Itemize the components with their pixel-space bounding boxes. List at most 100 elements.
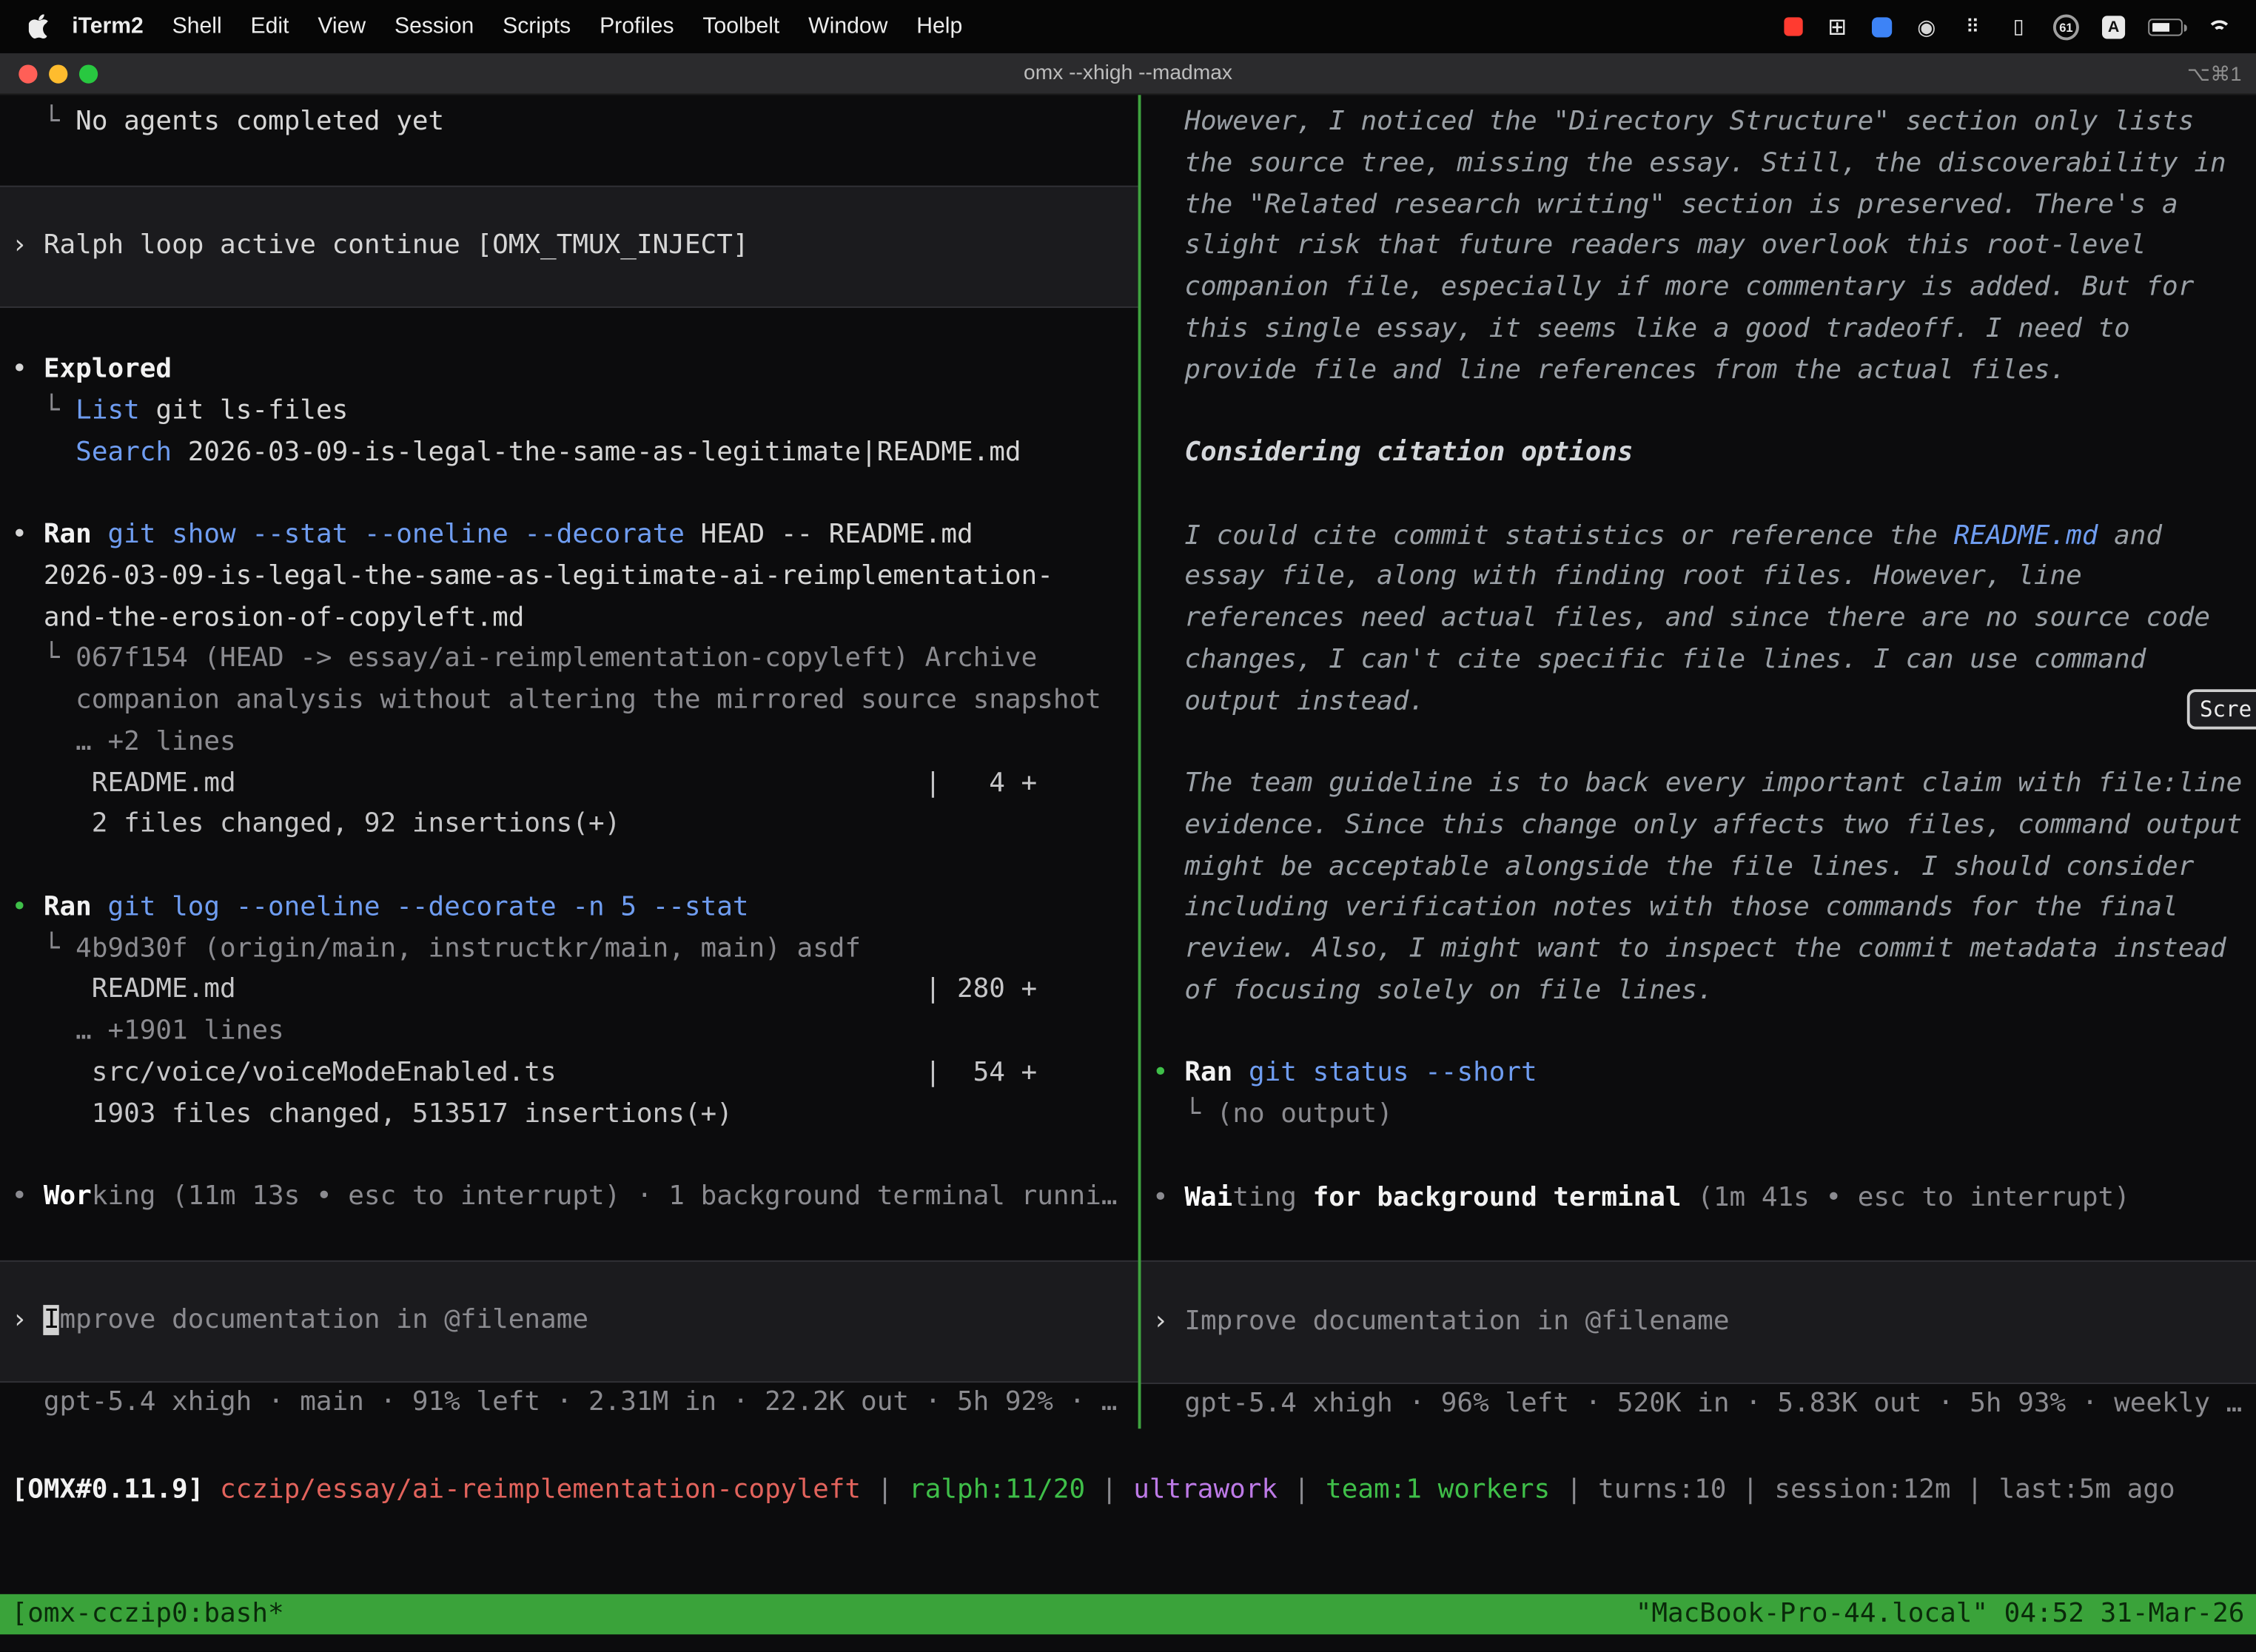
- terminal-line: essay file, along with finding root file…: [1141, 557, 2256, 599]
- terminal-line: provide file and line references from th…: [1141, 350, 2256, 392]
- terminal-line: [1141, 722, 2256, 764]
- text-segment: ting: [1232, 1182, 1297, 1212]
- text-segment: Explored: [44, 354, 172, 384]
- terminal-line: the source tree, missing the essay. Stil…: [1141, 144, 2256, 185]
- shottr-icon[interactable]: ◉: [1915, 14, 1938, 38]
- keyboard-input-icon[interactable]: A: [2102, 15, 2125, 38]
- text-segment: 4b9d30f (origin/main, instructkr/main, m…: [75, 933, 861, 964]
- terminal-line: › Ralph loop active continue [OMX_TMUX_I…: [0, 226, 1138, 267]
- terminal-line: [1141, 1013, 2256, 1054]
- terminal-line: evidence. Since this change only affects…: [1141, 805, 2256, 847]
- text-segment: List: [75, 395, 140, 426]
- text-segment: However, I noticed the "Directory Struct…: [1152, 107, 2194, 137]
- terminal-line: • Explored: [0, 349, 1138, 391]
- text-segment: review. Also, I might want to inspect th…: [1152, 934, 2226, 964]
- text-segment: The team guideline is to back every impo…: [1152, 768, 2242, 799]
- text-segment: for background terminal: [1313, 1182, 1682, 1212]
- text-segment: (no output): [1217, 1099, 1393, 1129]
- menu-item-profiles[interactable]: Profiles: [585, 13, 688, 39]
- terminal-line: output instead.: [1141, 681, 2256, 722]
- pane-left[interactable]: └ No agents completed yet › Ralph loop a…: [0, 95, 1138, 1424]
- text-segment: README.md: [1954, 520, 2098, 551]
- menu-item-session[interactable]: Session: [380, 13, 489, 39]
- terminal-line: [0, 846, 1138, 887]
- text-segment: ›: [1152, 1306, 1184, 1336]
- text-segment: companion analysis without altering the …: [12, 685, 1101, 715]
- terminal-line: gpt-5.4 xhigh · main · 91% left · 2.31M …: [0, 1383, 1138, 1425]
- wifi-icon[interactable]: [2206, 16, 2233, 37]
- zoom-window-button[interactable]: [79, 64, 98, 83]
- text-segment: Wor: [44, 1181, 92, 1212]
- model-status-left: gpt-5.4 xhigh · main · 91% left · 2.31M …: [0, 1383, 1138, 1425]
- text-segment: Considering citation options: [1152, 437, 1634, 468]
- screen-recording-icon[interactable]: [1784, 17, 1802, 36]
- terminal-line: … +1901 lines: [0, 1012, 1138, 1053]
- text-segment: HEAD -- README.md: [685, 520, 973, 550]
- minimize-window-button[interactable]: [49, 64, 67, 83]
- apple-menu[interactable]: [29, 14, 49, 38]
- text-segment: the "Related research writing" section i…: [1152, 189, 2178, 220]
- menu-item-view[interactable]: View: [303, 13, 380, 39]
- text-segment: 1903 files changed, 513517 insertions(+): [12, 1098, 733, 1129]
- text-segment: •: [12, 892, 44, 922]
- text-segment: references need actual files, and since …: [1152, 602, 2210, 633]
- text-segment: king: [92, 1181, 156, 1212]
- terminal-line: gpt-5.4 xhigh · 96% left · 520K in · 5.8…: [1141, 1384, 2256, 1426]
- menu-item-iterm2[interactable]: iTerm2: [58, 13, 158, 39]
- app-grid-icon[interactable]: ⠿: [1961, 14, 1984, 38]
- text-segment: [92, 892, 108, 922]
- menu-item-scripts[interactable]: Scripts: [489, 13, 585, 39]
- menu-item-toolbelt[interactable]: Toolbelt: [688, 13, 794, 39]
- battery-percentage-icon[interactable]: 61: [2053, 13, 2079, 39]
- tmux-status-bar: [omx-cczip0:bash* "MacBook-Pro-44.local"…: [0, 1594, 2256, 1634]
- menu-items: iTerm2ShellEditViewSessionScriptsProfile…: [58, 13, 977, 39]
- menu-item-help[interactable]: Help: [902, 13, 977, 39]
- terminal-line: 2026-03-09-is-legal-the-same-as-legitima…: [0, 557, 1138, 598]
- omx-status-line: [OMX#0.11.9] cczip/essay/ai-reimplementa…: [0, 1471, 2256, 1512]
- window-manager-icon[interactable]: ⊞: [1826, 14, 1849, 38]
- prompt-input-left[interactable]: › Improve documentation in @filename: [0, 1260, 1138, 1383]
- text-segment: 067f154 (HEAD -> essay/ai-reimplementati…: [75, 643, 1037, 674]
- battery-icon[interactable]: [2148, 18, 2183, 35]
- window-title-bar[interactable]: omx --xhigh --madmax ⌥⌘1: [0, 53, 2256, 95]
- prompt-input-right[interactable]: › Improve documentation in @filename: [1141, 1260, 2256, 1384]
- close-window-button[interactable]: [19, 64, 37, 83]
- terminal-line: changes, I can't cite specific file line…: [1141, 640, 2256, 682]
- text-segment: and-the-erosion-of-copyleft.md: [12, 602, 525, 633]
- screen: iTerm2ShellEditViewSessionScriptsProfile…: [0, 0, 2256, 1652]
- text-segment: README.md | 280 +: [12, 974, 1038, 1004]
- terminal-line: 1903 files changed, 513517 insertions(+): [0, 1094, 1138, 1135]
- text-segment: •: [12, 354, 44, 384]
- pane-right[interactable]: However, I noticed the "Directory Struct…: [1141, 95, 2256, 1425]
- text-segment: … +2 lines: [12, 726, 236, 756]
- text-segment: └: [12, 395, 76, 426]
- menu-item-edit[interactable]: Edit: [236, 13, 303, 39]
- text-segment: |: [1951, 1474, 1999, 1505]
- terminal-line: [0, 1218, 1138, 1260]
- terminal-line: • Waiting for background terminal (1m 41…: [1141, 1178, 2256, 1219]
- text-segment: (11m 13s • esc to interrupt) · 1 backgro…: [155, 1181, 1117, 1212]
- text-segment: team:1 workers: [1326, 1474, 1550, 1505]
- terminal-line: • Ran git show --stat --oneline --decora…: [0, 515, 1138, 557]
- screen-notification[interactable]: Scre: [2186, 689, 2256, 729]
- raycast-icon[interactable]: [1872, 16, 1892, 36]
- text-segment: Search: [75, 437, 172, 467]
- text-segment: [OMX#0.11.9]: [12, 1474, 220, 1505]
- terminal-line: references need actual files, and since …: [1141, 599, 2256, 640]
- menu-item-window[interactable]: Window: [794, 13, 902, 39]
- menu-bar-status: ⊞ ◉ ⠿ ▯ 61 A: [1773, 13, 2245, 39]
- text-segment: mprove documentation in @filename: [60, 1305, 588, 1335]
- text-segment: last:5m ago: [1998, 1474, 2175, 1505]
- text-segment: └: [12, 107, 76, 137]
- text-segment: |: [1726, 1474, 1774, 1505]
- terminal-line: [0, 308, 1138, 349]
- text-segment: [92, 520, 108, 550]
- text-segment: git show --stat --oneline --decorate: [107, 520, 684, 550]
- left-scrollback: • Explored └ List git ls-files Search 20…: [0, 308, 1138, 1259]
- menu-item-shell[interactable]: Shell: [158, 13, 236, 39]
- text-segment: Wai: [1184, 1182, 1232, 1212]
- terminal-line: [1141, 1219, 2256, 1260]
- phone-mirroring-icon[interactable]: ▯: [2007, 14, 2030, 38]
- text-segment: I: [44, 1305, 60, 1335]
- terminal-line: [0, 1135, 1138, 1177]
